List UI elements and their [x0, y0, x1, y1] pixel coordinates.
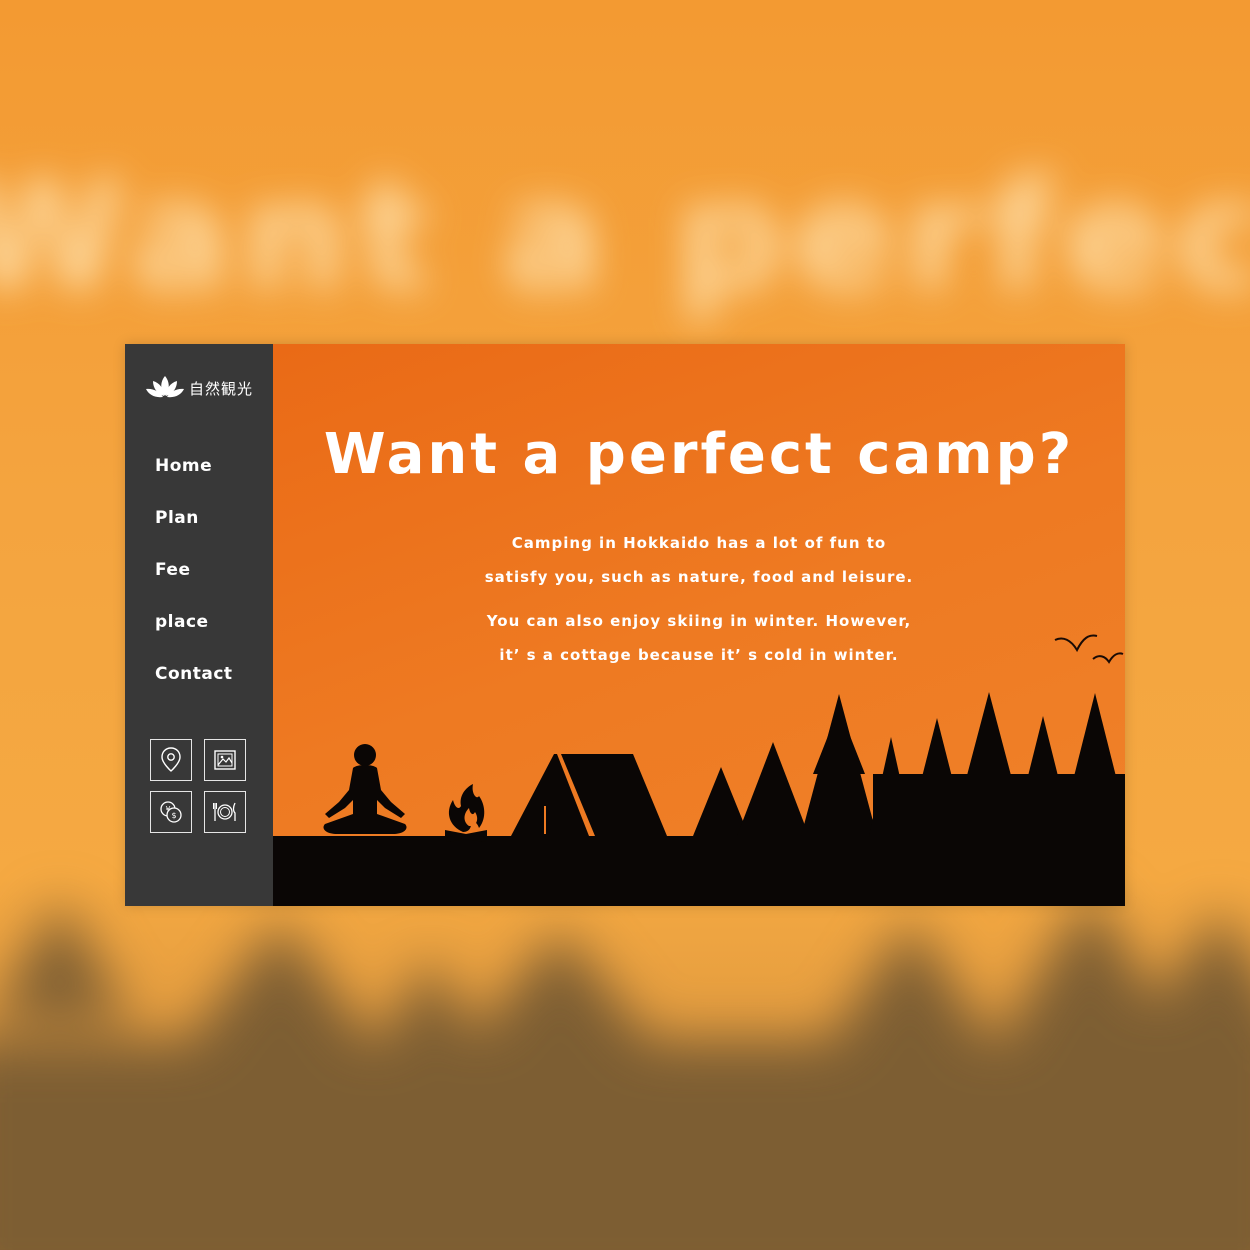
- nav-place[interactable]: place: [155, 612, 233, 664]
- logo-text: 自然観光: [189, 379, 254, 398]
- nav-home[interactable]: Home: [155, 456, 233, 508]
- hero-section: Want a perfect camp? Camping in Hokkaido…: [273, 344, 1125, 906]
- lotus-icon: [146, 376, 184, 398]
- campfire-icon: [448, 784, 485, 832]
- hero-paragraph-1: Camping in Hokkaido has a lot of fun to …: [273, 526, 1125, 594]
- fee-button[interactable]: ¥ $: [150, 791, 192, 833]
- dining-button[interactable]: [204, 791, 246, 833]
- main-nav: Home Plan Fee place Contact: [155, 456, 233, 716]
- currency-icon: ¥ $: [160, 801, 182, 823]
- image-icon: [214, 750, 236, 770]
- backdrop-silhouette: [0, 880, 1250, 1250]
- hero-line: satisfy you, such as nature, food and le…: [484, 568, 914, 586]
- nav-contact[interactable]: Contact: [155, 664, 233, 716]
- svg-text:$: $: [171, 811, 176, 820]
- hero-line: Camping in Hokkaido has a lot of fun to: [511, 534, 887, 552]
- nav-plan[interactable]: Plan: [155, 508, 233, 560]
- hero-line: it’ s a cottage because it’ s cold in wi…: [499, 646, 899, 664]
- gallery-button[interactable]: [204, 739, 246, 781]
- map-pin-button[interactable]: [150, 739, 192, 781]
- brand-logo[interactable]: 自然観光: [145, 374, 253, 402]
- backdrop-title: Want a perfect camp?: [0, 150, 1250, 324]
- hero-title: Want a perfect camp?: [323, 422, 1075, 487]
- hero-paragraph-2: You can also enjoy skiing in winter. How…: [273, 604, 1125, 672]
- landing-card: 自然観光 Home Plan Fee place Contact ¥ $ Wan…: [125, 344, 1125, 906]
- dining-icon: [213, 802, 236, 821]
- svg-text:¥: ¥: [165, 805, 170, 814]
- sidebar: 自然観光 Home Plan Fee place Contact ¥ $: [125, 344, 273, 906]
- map-pin-icon: [161, 747, 181, 772]
- hero-line: You can also enjoy skiing in winter. How…: [486, 612, 912, 630]
- quick-icons: ¥ $: [150, 739, 248, 833]
- nav-fee[interactable]: Fee: [155, 560, 233, 612]
